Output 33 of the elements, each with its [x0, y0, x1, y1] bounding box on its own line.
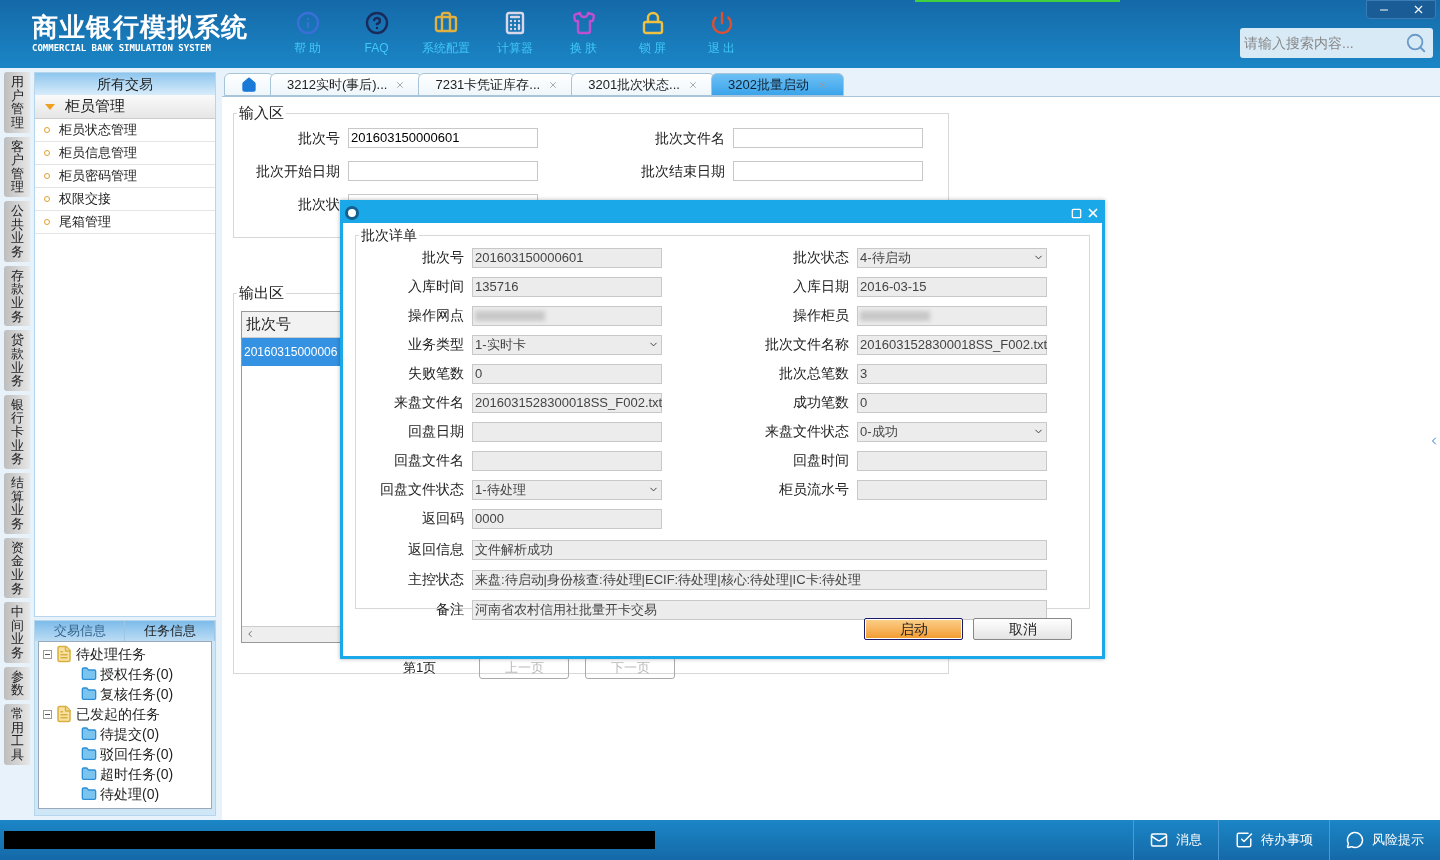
field-label: 批次文件名称 [764, 335, 850, 354]
field-label: 成功笔数 [792, 393, 850, 412]
field-label: 返回信息 [407, 540, 465, 559]
field-label: 失败笔数 [407, 364, 465, 383]
app-subtitle: COMMERCIAL BANK SIMULATION SYSTEM [32, 42, 212, 56]
field-label: 操作柜员 [792, 306, 850, 325]
field-label: 回盘时间 [792, 451, 850, 470]
field-label: 批次状 [297, 194, 341, 214]
field-label: 入库日期 [792, 277, 850, 296]
panel-title: 所有交易 [97, 74, 153, 94]
field-label: 备注 [435, 600, 465, 619]
field-label: 批次状态 [792, 248, 850, 267]
section-title: 批次详单 [360, 226, 418, 245]
app-title: 商业银行模拟系统 [32, 12, 249, 43]
field-label: 批次开始日期 [255, 161, 341, 181]
field-label: 批次文件名 [654, 128, 726, 148]
field-label: 批次号 [421, 248, 465, 267]
section-title: 输入区 [238, 103, 285, 123]
section-title: 输出区 [238, 283, 285, 303]
field-label: 业务类型 [407, 335, 465, 354]
field-label: 返回码 [421, 509, 465, 528]
field-label: 来盘文件名 [393, 393, 465, 412]
field-label: 入库时间 [407, 277, 465, 296]
field-label: 批次结束日期 [640, 161, 726, 181]
field-label: 主控状态 [407, 570, 465, 589]
field-label: 来盘文件状态 [764, 422, 850, 441]
field-label: 批次总笔数 [778, 364, 850, 383]
field-label: 回盘日期 [407, 422, 465, 441]
field-label: 回盘文件名 [393, 451, 465, 470]
field-label: 回盘文件状态 [379, 480, 465, 499]
page-number: 第1页 [403, 658, 438, 677]
field-label: 柜员流水号 [778, 480, 850, 499]
field-label: 批次号 [297, 128, 341, 148]
